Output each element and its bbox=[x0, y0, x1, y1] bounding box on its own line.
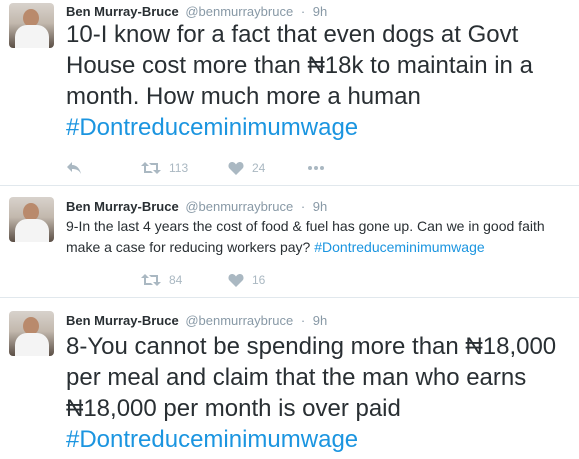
tweet-text: 8-You cannot be spending more than ₦18,0… bbox=[66, 331, 571, 455]
hashtag-link[interactable]: #Dontreduceminimumwage bbox=[314, 239, 484, 255]
reply-icon bbox=[67, 162, 81, 174]
retweet-icon bbox=[141, 274, 161, 286]
like-button[interactable]: 24 bbox=[228, 158, 265, 178]
tweet-text: 9-In the last 4 years the cost of food &… bbox=[66, 216, 571, 258]
author-name[interactable]: Ben Murray-Bruce bbox=[66, 4, 179, 19]
avatar[interactable] bbox=[9, 197, 54, 242]
timestamp[interactable]: 9h bbox=[313, 4, 327, 19]
tweet-body: 8-You cannot be spending more than ₦18,0… bbox=[66, 333, 557, 422]
more-icon bbox=[308, 166, 324, 170]
reply-button[interactable] bbox=[66, 158, 82, 178]
like-count: 16 bbox=[252, 273, 266, 287]
tweet[interactable]: Ben Murray-Bruce @benmurraybruce · 9h 9-… bbox=[0, 185, 579, 297]
author-name[interactable]: Ben Murray-Bruce bbox=[66, 313, 179, 328]
tweet-text: 10-I know for a fact that even dogs at G… bbox=[66, 19, 571, 143]
avatar[interactable] bbox=[9, 311, 54, 356]
retweet-icon bbox=[141, 162, 161, 174]
more-button[interactable] bbox=[307, 158, 325, 178]
author-handle[interactable]: @benmurraybruce bbox=[185, 4, 293, 19]
tweet-body: 10-I know for a fact that even dogs at G… bbox=[66, 21, 533, 110]
like-count: 24 bbox=[252, 161, 266, 175]
timestamp[interactable]: 9h bbox=[313, 313, 327, 328]
retweet-button[interactable]: 113 bbox=[141, 158, 188, 178]
separator: · bbox=[300, 313, 306, 328]
like-button[interactable]: 16 bbox=[228, 270, 265, 290]
like-icon bbox=[228, 274, 244, 287]
tweet-header: Ben Murray-Bruce @benmurraybruce · 9h bbox=[66, 4, 327, 19]
author-handle[interactable]: @benmurraybruce bbox=[185, 313, 293, 328]
avatar[interactable] bbox=[9, 3, 54, 48]
separator: · bbox=[300, 199, 306, 214]
retweet-count: 113 bbox=[169, 161, 189, 175]
tweet[interactable]: Ben Murray-Bruce @benmurraybruce · 9h 10… bbox=[0, 0, 579, 185]
timestamp[interactable]: 9h bbox=[313, 199, 327, 214]
author-name[interactable]: Ben Murray-Bruce bbox=[66, 199, 179, 214]
tweet-header: Ben Murray-Bruce @benmurraybruce · 9h bbox=[66, 199, 327, 214]
tweet-header: Ben Murray-Bruce @benmurraybruce · 9h bbox=[66, 313, 327, 328]
retweet-button[interactable]: 84 bbox=[141, 270, 182, 290]
hashtag-link[interactable]: #Dontreduceminimumwage bbox=[66, 426, 358, 453]
author-handle[interactable]: @benmurraybruce bbox=[185, 199, 293, 214]
hashtag-link[interactable]: #Dontreduceminimumwage bbox=[66, 114, 358, 141]
retweet-count: 84 bbox=[169, 273, 183, 287]
tweet[interactable]: Ben Murray-Bruce @benmurraybruce · 9h 8-… bbox=[0, 297, 579, 459]
separator: · bbox=[300, 4, 306, 19]
like-icon bbox=[228, 162, 244, 175]
